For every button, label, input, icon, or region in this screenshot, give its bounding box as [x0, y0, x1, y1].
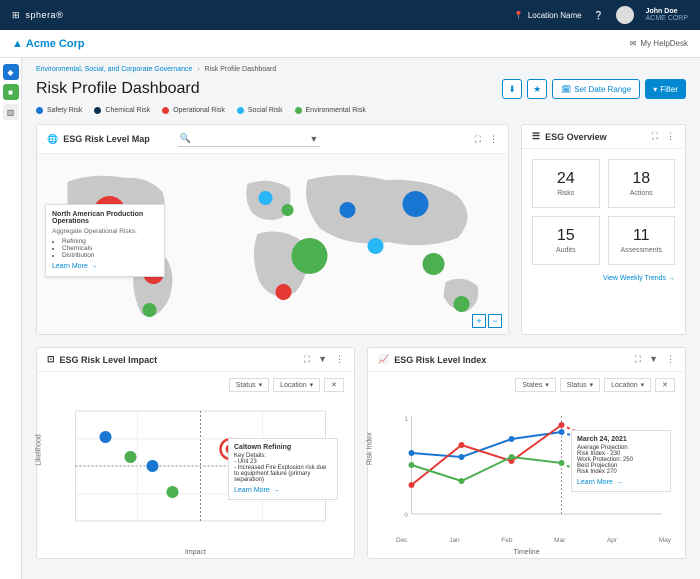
expand-icon[interactable]: ⛶	[635, 354, 641, 365]
index-card: 📈ESG Risk Level Index ⛶ ▼ ⋮ States ▾ Sta…	[367, 347, 686, 559]
left-nav: ◆ ■ ▥	[0, 58, 22, 579]
page-title: Risk Profile Dashboard	[36, 80, 200, 98]
map-search[interactable]: 🔍 ▼	[178, 131, 320, 147]
tenant-brand: ▲ Acme Corp	[12, 38, 85, 50]
map-dot-me-safety[interactable]	[340, 202, 356, 218]
app-menu-icon[interactable]: ⊞	[12, 10, 20, 21]
scatter-icon: ⊡	[47, 354, 55, 365]
stat-box[interactable]: 15Audits	[532, 216, 600, 265]
funnel-icon: ▾	[653, 85, 657, 94]
map-learn-more[interactable]: Learn More→	[52, 263, 158, 270]
help-icon[interactable]: ❔	[594, 11, 604, 20]
impact-status-filter[interactable]: Status ▾	[229, 378, 269, 392]
more-icon[interactable]: ⋮	[666, 131, 675, 142]
favorite-button[interactable]: ★	[527, 79, 547, 99]
more-icon[interactable]: ⋮	[489, 134, 498, 145]
map-dot-sea-env[interactable]	[423, 253, 445, 275]
map-dot-eu-env[interactable]	[282, 204, 294, 216]
map-dot-cn-safety[interactable]	[403, 191, 429, 217]
list-icon: ☰	[532, 131, 540, 142]
index-ylabel: Risk Index	[367, 432, 374, 465]
stat-box[interactable]: 11Assessments	[608, 216, 676, 265]
legend: Safety Risk Chemical Risk Operational Risk…	[36, 107, 686, 114]
svg-text:1: 1	[405, 417, 409, 423]
legend-item: Safety Risk	[36, 107, 82, 114]
breadcrumb-current: Risk Profile Dashboard	[205, 66, 277, 73]
date-range-button[interactable]: 🗓 Set Date Range	[552, 79, 640, 99]
avatar[interactable]	[616, 6, 634, 24]
breadcrumb-root[interactable]: Environmental, Social, and Corporate Gov…	[36, 66, 192, 73]
view-trends-link[interactable]: View Weekly Trends →	[532, 275, 675, 282]
impact-popup: Caltown Refining Key Details: - Unit 23-…	[228, 438, 338, 500]
index-clear-filter[interactable]: ✕	[655, 378, 675, 392]
top-bar: ⊞ sphera® 📍 Location Name ❔ John Doe ACM…	[0, 0, 700, 30]
index-location-filter[interactable]: Location ▾	[604, 378, 651, 392]
search-icon: 🔍	[180, 133, 191, 144]
index-learn-more[interactable]: Learn More→	[577, 479, 665, 486]
stat-box[interactable]: 18Actions	[608, 159, 676, 208]
nav-item-3[interactable]: ▥	[3, 104, 19, 120]
map-dot-sa-env[interactable]	[143, 303, 157, 317]
more-icon[interactable]: ⋮	[666, 354, 675, 365]
map-dot-af-operational[interactable]	[276, 284, 292, 300]
funnel-icon[interactable]: ▼	[649, 354, 658, 365]
map-search-input[interactable]	[191, 134, 309, 143]
legend-item: Chemical Risk	[94, 107, 150, 114]
funnel-icon[interactable]: ▼	[318, 354, 327, 365]
map-popup: North American Production Operations Agg…	[45, 204, 165, 277]
expand-icon[interactable]: ⛶	[652, 131, 658, 142]
map-card: 🌐ESG Risk Level Map 🔍 ▼ ⛶ ⋮	[36, 124, 509, 335]
map-dot-eu-social[interactable]	[259, 191, 273, 205]
expand-icon[interactable]: ⛶	[475, 134, 481, 145]
impact-learn-more[interactable]: Learn More→	[234, 487, 332, 494]
brand-logo: sphera®	[26, 10, 64, 20]
sub-bar: ▲ Acme Corp ✉ My HelpDesk	[0, 30, 700, 58]
index-xlabel: Timeline	[513, 549, 539, 556]
line-chart-icon: 📈	[378, 354, 389, 365]
zoom-out-button[interactable]: −	[488, 314, 502, 328]
map-dot-au-env[interactable]	[454, 296, 470, 312]
map-dot-in-social[interactable]	[368, 238, 384, 254]
index-states-filter[interactable]: States ▾	[515, 378, 555, 392]
location-picker[interactable]: 📍 Location Name	[514, 11, 582, 20]
overview-card: ☰ESG Overview ⛶ ⋮ 24Risks18Actions15Audi…	[521, 124, 686, 335]
impact-clear-filter[interactable]: ✕	[324, 378, 344, 392]
index-popup: March 24, 2021 Average ProjectionRisk In…	[571, 430, 671, 492]
tenant-logo-icon: ▲	[12, 38, 23, 50]
impact-location-filter[interactable]: Location ▾	[273, 378, 320, 392]
user-info[interactable]: John Doe ACME CORP	[646, 8, 688, 22]
stat-box[interactable]: 24Risks	[532, 159, 600, 208]
zoom-in-button[interactable]: +	[472, 314, 486, 328]
impact-xlabel: Impact	[185, 549, 206, 556]
pin-icon: 📍	[514, 11, 524, 20]
search-filter-icon[interactable]: ▼	[309, 134, 318, 144]
index-status-filter[interactable]: Status ▾	[560, 378, 600, 392]
filter-button[interactable]: ▾ Filter	[645, 79, 686, 99]
svg-text:0: 0	[405, 513, 409, 519]
helpdesk-link[interactable]: ✉ My HelpDesk	[630, 39, 688, 48]
mail-icon: ✉	[630, 39, 637, 48]
download-button[interactable]: ⬇	[502, 79, 522, 99]
impact-card: ⊡ESG Risk Level Impact ⛶ ▼ ⋮ Status ▾ Lo…	[36, 347, 355, 559]
more-icon[interactable]: ⋮	[335, 354, 344, 365]
globe-icon: 🌐	[47, 134, 58, 145]
legend-item: Environmental Risk	[295, 107, 366, 114]
legend-item: Operational Risk	[162, 107, 225, 114]
impact-ylabel: Likelihood	[36, 434, 43, 466]
map-dot-af-env[interactable]	[292, 238, 328, 274]
expand-icon[interactable]: ⛶	[304, 354, 310, 365]
breadcrumb: Environmental, Social, and Corporate Gov…	[36, 66, 686, 73]
legend-item: Social Risk	[237, 107, 283, 114]
calendar-icon: 🗓	[561, 85, 571, 94]
nav-item-1[interactable]: ◆	[3, 64, 19, 80]
nav-item-2[interactable]: ■	[3, 84, 19, 100]
